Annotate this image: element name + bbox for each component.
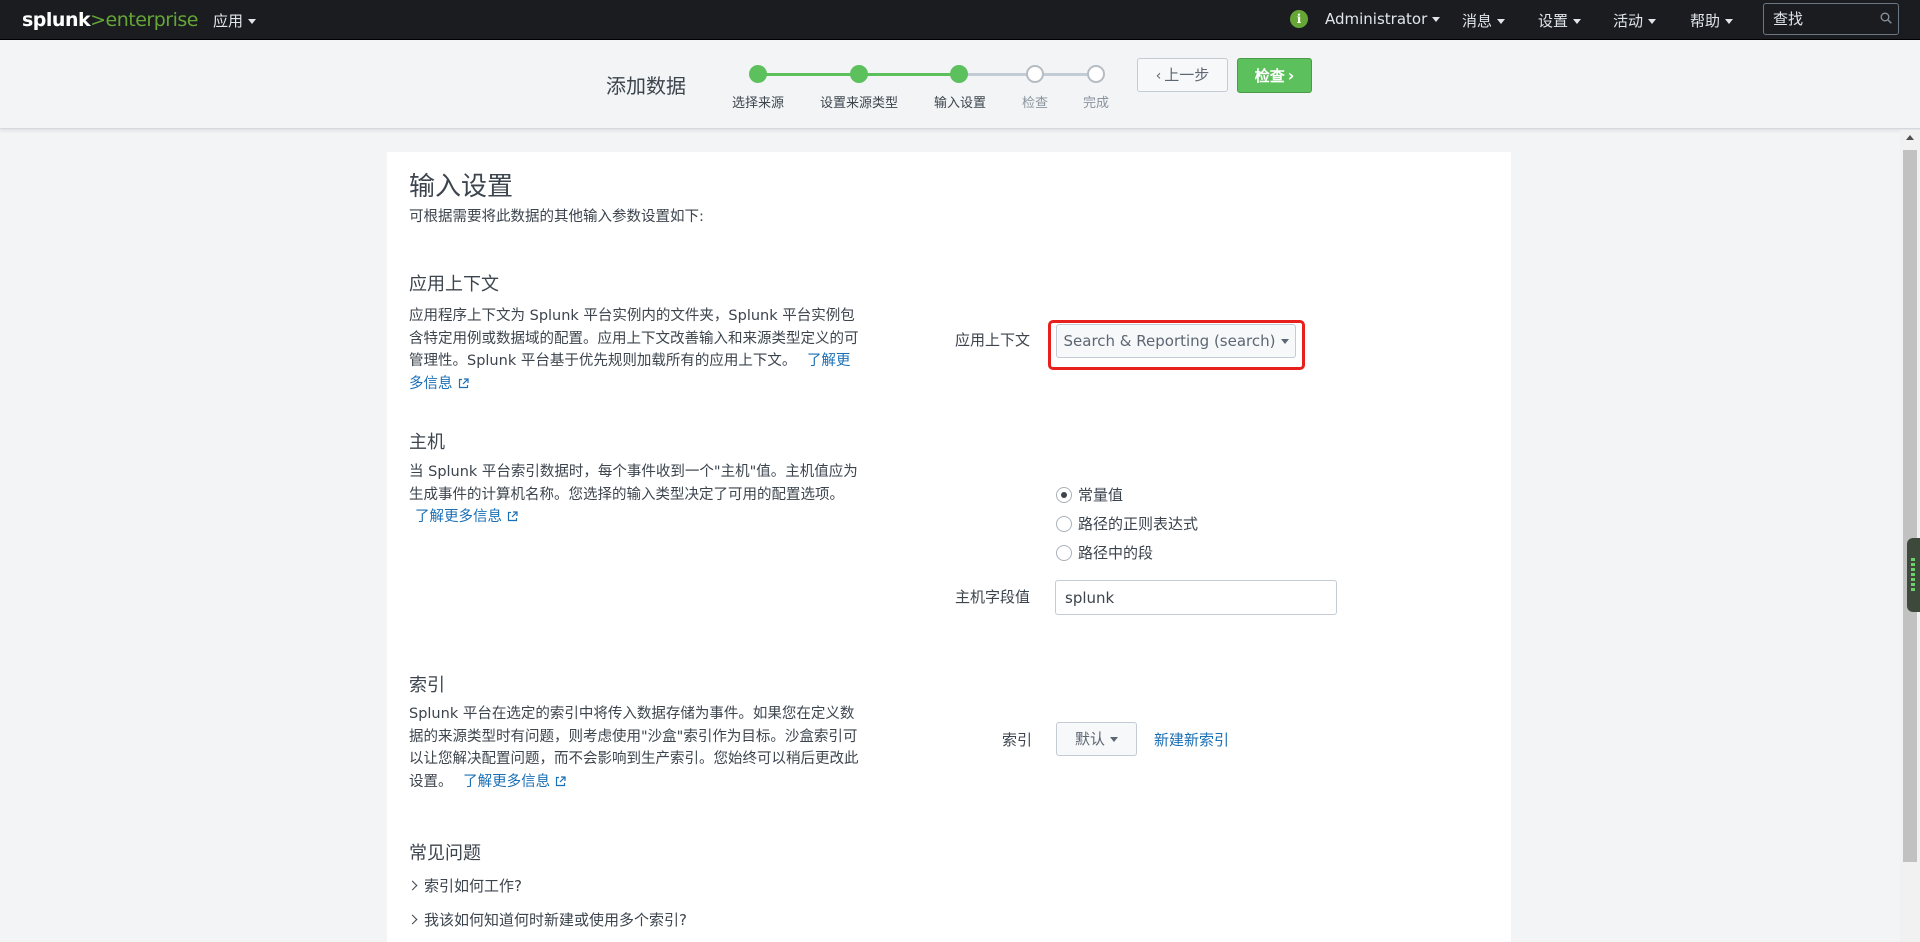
prev-button-label: 上一步: [1164, 66, 1210, 84]
settings-menu[interactable]: 设置: [1538, 10, 1582, 31]
radio-icon[interactable]: [1056, 545, 1072, 561]
step-dot-done: [1087, 65, 1105, 83]
step-dot-review: [1026, 65, 1044, 83]
app-context-description: 应用程序上下文为 Splunk 平台实例内的文件夹，Splunk 平台实例包含特…: [409, 305, 859, 395]
next-button-label: 检查: [1254, 67, 1285, 85]
host-field-label: 主机字段值: [955, 588, 1031, 606]
app-context-label: 应用上下文: [955, 331, 1031, 349]
step-label-review: 检查: [1021, 96, 1049, 111]
apps-menu[interactable]: 应用: [213, 10, 257, 31]
global-search-box[interactable]: [1763, 3, 1899, 35]
user-menu[interactable]: Administrator: [1325, 10, 1441, 28]
learn-more-label: 了解更多信息: [415, 509, 502, 525]
splunk-logo[interactable]: splunk>enterprise: [22, 9, 198, 31]
wizard-title: 添加数据: [606, 74, 686, 98]
host-field-input[interactable]: [1055, 580, 1337, 615]
caret-down-icon: [1432, 17, 1441, 22]
highlight-box: [1048, 320, 1305, 370]
prev-button[interactable]: ‹ 上一步: [1137, 58, 1228, 92]
radio-selected-icon[interactable]: [1056, 487, 1072, 503]
index-dropdown[interactable]: 默认: [1056, 722, 1137, 756]
external-link-icon: [507, 511, 518, 522]
external-link-icon: [556, 775, 566, 786]
learn-more-label: 了解更多信息: [463, 773, 551, 790]
settings-menu-label: 设置: [1538, 12, 1569, 30]
chevron-right-icon: [407, 914, 418, 925]
step-label-done: 完成: [1082, 96, 1110, 111]
host-description-text: 当 Splunk 平台索引数据时，每个事件收到一个"主机"值。主机值应为生成事件…: [409, 464, 858, 503]
activity-menu[interactable]: 活动: [1613, 10, 1657, 31]
info-icon[interactable]: i: [1290, 10, 1308, 28]
host-option-constant[interactable]: 常量值: [1056, 484, 1123, 505]
caret-down-icon: [248, 19, 257, 24]
caret-down-icon: [1110, 737, 1118, 742]
host-description: 当 Splunk 平台索引数据时，每个事件收到一个"主机"值。主机值应为生成事件…: [409, 461, 859, 529]
faq-item-label: 我该如何知道何时新建或使用多个索引?: [424, 911, 687, 929]
caret-down-icon: [1725, 19, 1734, 24]
host-option-label: 路径的正则表达式: [1078, 515, 1199, 533]
step-dot-select-source: [749, 65, 767, 83]
step-label-input-settings: 输入设置: [933, 96, 987, 111]
page-subtitle: 可根据需要将此数据的其他输入参数设置如下:: [409, 209, 704, 225]
help-menu-label: 帮助: [1690, 12, 1721, 30]
host-learn-more-link[interactable]: 了解更多信息: [415, 509, 518, 525]
step-dot-input-settings: [950, 65, 968, 83]
search-icon[interactable]: [1880, 12, 1892, 24]
side-panel-handle[interactable]: [1907, 538, 1920, 612]
wizard-step-bar: [0, 40, 1920, 129]
caret-down-icon: [1648, 19, 1657, 24]
index-description: Splunk 平台在选定的索引中将传入数据存储为事件。如果您在定义数据的来源类型…: [409, 703, 859, 793]
create-new-index-link[interactable]: 新建新索引: [1154, 729, 1229, 750]
messages-menu-label: 消息: [1462, 12, 1493, 30]
help-menu[interactable]: 帮助: [1690, 10, 1734, 31]
chevron-right-icon: ›: [1287, 66, 1295, 85]
step-connector: [859, 73, 959, 76]
host-heading: 主机: [409, 432, 445, 453]
caret-down-icon: [1497, 19, 1506, 24]
apps-menu-label: 应用: [213, 12, 244, 30]
app-context-description-text: 应用程序上下文为 Splunk 平台实例内的文件夹，Splunk 平台实例包含特…: [409, 308, 859, 369]
index-label: 索引: [1002, 731, 1033, 749]
logo-enterprise-text: enterprise: [105, 9, 199, 31]
external-link-icon: [458, 377, 469, 388]
step-connector: [758, 73, 859, 76]
index-heading: 索引: [409, 675, 445, 696]
step-dot-set-sourcetype: [850, 65, 868, 83]
faq-heading: 常见问题: [409, 843, 481, 864]
faq-item[interactable]: 索引如何工作?: [407, 875, 522, 896]
step-label-select-source: 选择来源: [731, 96, 785, 111]
index-selected: 默认: [1074, 730, 1105, 748]
logo-gt-text: >: [90, 9, 106, 31]
host-option-label: 常量值: [1078, 486, 1124, 504]
step-label-set-sourcetype: 设置来源类型: [819, 96, 899, 111]
chevron-left-icon: ‹: [1155, 68, 1162, 84]
logo-splunk-text: splunk: [22, 9, 91, 31]
host-option-regex[interactable]: 路径的正则表达式: [1056, 513, 1198, 534]
messages-menu[interactable]: 消息: [1462, 10, 1506, 31]
host-option-label: 路径中的段: [1078, 544, 1154, 562]
host-option-segment[interactable]: 路径中的段: [1056, 542, 1153, 563]
input-settings-panel: [387, 152, 1511, 942]
top-nav-bar: splunk>enterprise 应用 i Administrator 消息 …: [0, 0, 1920, 40]
scrollbar-thumb[interactable]: [1903, 150, 1917, 862]
index-learn-more-link[interactable]: 了解更多信息: [463, 774, 566, 790]
step-connector: [959, 73, 1035, 76]
app-context-heading: 应用上下文: [409, 274, 499, 295]
activity-menu-label: 活动: [1613, 12, 1644, 30]
page-title: 输入设置: [409, 172, 514, 202]
caret-down-icon: [1573, 19, 1582, 24]
search-input[interactable]: [1771, 9, 1875, 29]
radio-icon[interactable]: [1056, 516, 1072, 532]
faq-item[interactable]: 我该如何知道何时新建或使用多个索引?: [407, 909, 687, 930]
review-next-button[interactable]: 检查 ›: [1237, 58, 1312, 93]
chevron-right-icon: [407, 880, 418, 891]
faq-item-label: 索引如何工作?: [424, 877, 522, 895]
user-menu-label: Administrator: [1325, 10, 1428, 28]
scroll-up-arrow-icon[interactable]: [1906, 135, 1914, 140]
